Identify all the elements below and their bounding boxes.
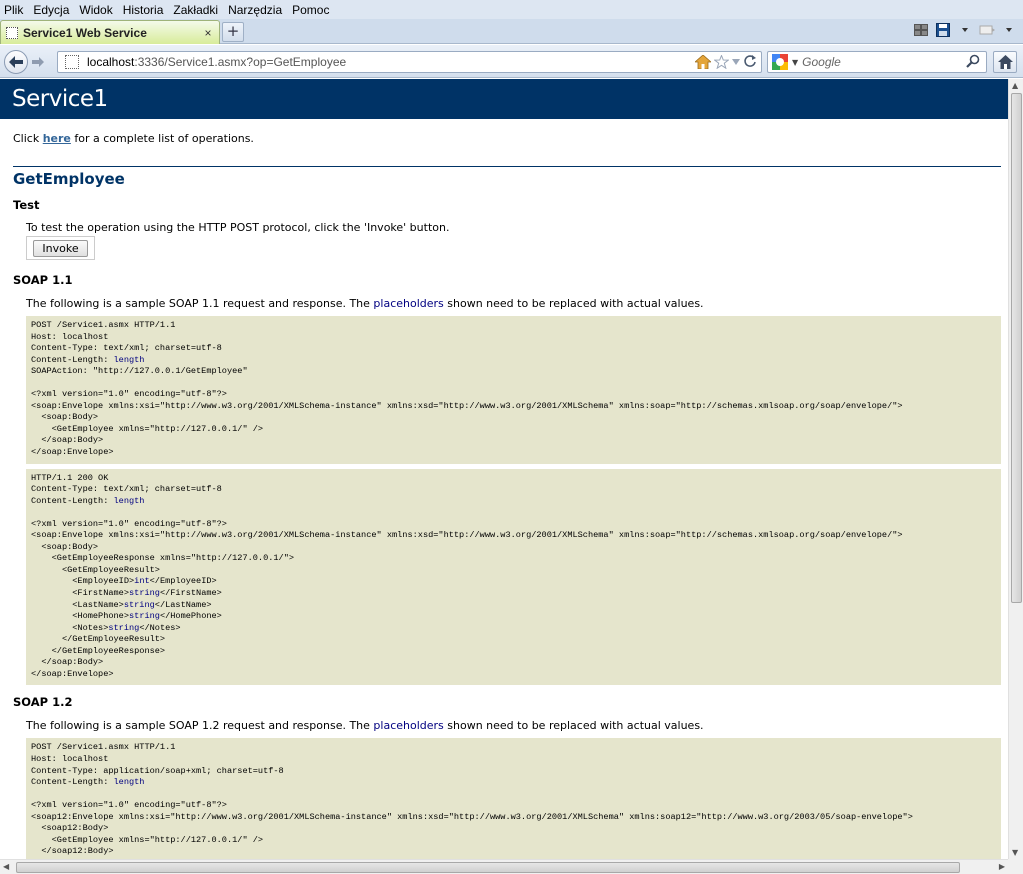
tab-service1[interactable]: Service1 Web Service ×: [0, 20, 220, 44]
code-placeholder: length: [113, 777, 145, 788]
intro-suffix: for a complete list of operations.: [70, 132, 254, 145]
scroll-left-icon[interactable]: ◀: [3, 862, 9, 871]
google-icon[interactable]: [772, 54, 790, 70]
close-tab-icon[interactable]: ×: [201, 26, 215, 40]
tab-groups-icon[interactable]: [913, 22, 929, 38]
scrollbar-corner: [1008, 859, 1023, 874]
code-placeholder: string: [129, 588, 160, 599]
soap11-description: The following is a sample SOAP 1.1 reque…: [26, 297, 1001, 310]
tabbar-tools: [913, 22, 1017, 38]
test-heading: Test: [13, 198, 40, 212]
home-button[interactable]: [993, 51, 1017, 73]
soap11-text-prefix: The following is a sample SOAP 1.1 reque…: [26, 297, 374, 310]
menu-help[interactable]: Pomoc: [287, 3, 334, 17]
intro-prefix: Click: [13, 132, 43, 145]
tab-bar: Service1 Web Service × +: [0, 19, 1023, 44]
arrow-right-icon: [32, 57, 44, 67]
search-bar[interactable]: ▼ Google: [767, 51, 987, 73]
code-text: SOAPAction: "http://127.0.0.1/GetEmploye…: [31, 366, 903, 458]
home-icon[interactable]: [695, 55, 711, 69]
tab-title: Service1 Web Service: [23, 25, 147, 40]
code-placeholder: int: [134, 576, 150, 587]
chevron-down-icon[interactable]: ▼: [792, 58, 798, 67]
menu-tools[interactable]: Narzędzia: [223, 3, 287, 17]
new-tab-button[interactable]: +: [222, 22, 244, 42]
search-input[interactable]: Google: [802, 55, 966, 69]
save-icon[interactable]: [935, 22, 951, 38]
horizontal-scroll-thumb[interactable]: [16, 862, 960, 873]
url-bar[interactable]: localhost:3336/Service1.asmx?op=GetEmplo…: [57, 51, 762, 73]
invoke-form: Invoke: [26, 236, 95, 260]
arrow-left-icon: [9, 56, 23, 68]
menu-bar: Plik Edycja Widok Historia Zakładki Narz…: [0, 0, 1023, 19]
invoke-button[interactable]: Invoke: [33, 239, 88, 257]
home-icon: [997, 55, 1013, 69]
vertical-scroll-thumb[interactable]: [1011, 93, 1022, 603]
site-identity-icon[interactable]: [65, 55, 79, 69]
soap11-response-sample: HTTP/1.1 200 OK Content-Type: text/xml; …: [26, 468, 1001, 686]
navigation-bar: localhost:3336/Service1.asmx?op=GetEmplo…: [0, 45, 1023, 78]
url-host: localhost: [87, 55, 135, 69]
code-text: <?xml version="1.0" encoding="utf-8"?> <…: [31, 800, 913, 859]
back-button[interactable]: [4, 50, 28, 74]
menu-history[interactable]: Historia: [118, 3, 169, 17]
scroll-up-icon[interactable]: ▲: [1012, 81, 1018, 90]
url-text[interactable]: localhost:3336/Service1.asmx?op=GetEmplo…: [87, 55, 695, 69]
soap11-heading: SOAP 1.1: [13, 273, 73, 287]
url-path: :3336/Service1.asmx?op=GetEmployee: [134, 55, 347, 69]
placeholders-text: placeholders: [373, 719, 444, 733]
page-viewport: Service1 Click here for a complete list …: [0, 79, 1008, 859]
chevron-down-icon[interactable]: [957, 22, 973, 38]
service-header: Service1: [0, 79, 1008, 119]
scroll-down-icon[interactable]: ▼: [1012, 848, 1018, 857]
soap12-request-sample: POST /Service1.asmx HTTP/1.1 Host: local…: [26, 738, 1001, 859]
menu-file[interactable]: Plik: [0, 3, 28, 17]
soap11-text-suffix: shown need to be replaced with actual va…: [443, 297, 704, 310]
code-placeholder: string: [129, 611, 160, 622]
operation-title: GetEmployee: [13, 170, 125, 188]
magnifier-icon[interactable]: [966, 54, 982, 71]
soap11-request-sample: POST /Service1.asmx HTTP/1.1 Host: local…: [26, 316, 1001, 464]
test-description: To test the operation using the HTTP POS…: [26, 221, 450, 234]
reload-icon[interactable]: [743, 55, 757, 69]
menu-edit[interactable]: Edycja: [28, 3, 74, 17]
code-placeholder: string: [108, 622, 140, 633]
soap12-text-suffix: shown need to be replaced with actual va…: [443, 719, 704, 733]
menu-bookmarks[interactable]: Zakładki: [168, 3, 223, 17]
addon-icon[interactable]: [979, 22, 995, 38]
intro-text: Click here for a complete list of operat…: [13, 132, 1001, 145]
divider: [13, 166, 1001, 167]
scroll-right-icon[interactable]: ▶: [999, 862, 1005, 871]
code-placeholder: string: [123, 599, 155, 610]
page-title: Service1: [12, 86, 108, 112]
forward-button[interactable]: [28, 53, 48, 71]
soap12-heading: SOAP 1.2: [13, 695, 73, 710]
placeholders-text: placeholders: [373, 297, 444, 310]
chevron-down-icon[interactable]: [1001, 22, 1017, 38]
horizontal-scrollbar[interactable]: ◀ ▶: [0, 859, 1008, 874]
page-content: Click here for a complete list of operat…: [0, 132, 1008, 859]
star-icon[interactable]: [714, 55, 729, 69]
menu-view[interactable]: Widok: [74, 3, 117, 17]
code-placeholder: length: [113, 495, 145, 506]
code-text: POST /Service1.asmx HTTP/1.1 Host: local…: [31, 742, 284, 788]
code-placeholder: length: [113, 354, 145, 365]
page-icon: [6, 26, 18, 39]
soap12-text-prefix: The following is a sample SOAP 1.2 reque…: [26, 719, 374, 733]
vertical-scrollbar[interactable]: ▲ ▼: [1008, 79, 1023, 859]
soap12-description: The following is a sample SOAP 1.2 reque…: [26, 719, 1001, 732]
chevron-down-icon[interactable]: [732, 59, 740, 65]
operations-link[interactable]: here: [43, 132, 71, 145]
